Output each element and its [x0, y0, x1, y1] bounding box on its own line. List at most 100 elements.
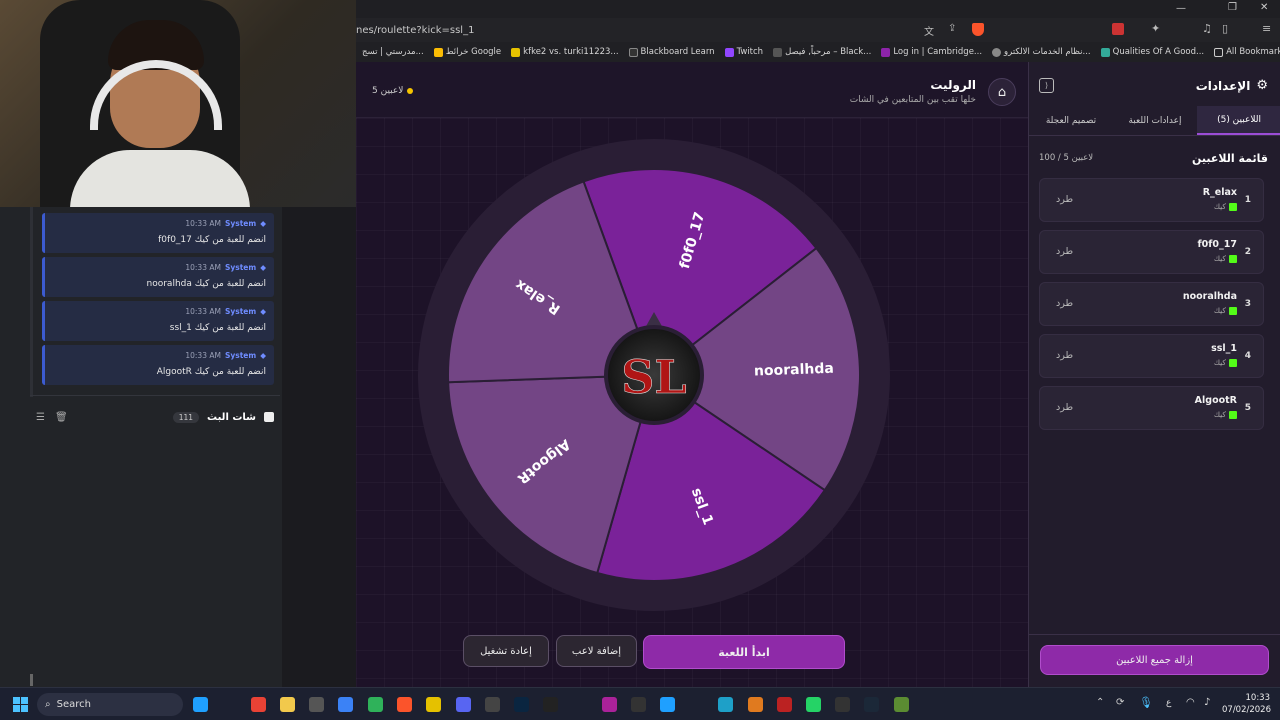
steam-icon[interactable]: [543, 697, 558, 712]
notepad-icon[interactable]: [368, 697, 383, 712]
bookmark[interactable]: نظام الخدمات الالكترو...: [992, 47, 1091, 57]
platform-label: كيك: [1213, 202, 1226, 211]
file-explorer-icon[interactable]: [280, 697, 295, 712]
add-player-label: إضافة لاعب: [571, 645, 622, 657]
kick-player-button[interactable]: طرد: [1056, 298, 1073, 309]
bookmark[interactable]: خرائط Google: [433, 47, 502, 57]
player-name: AlgootR: [1194, 395, 1237, 406]
mic-icon[interactable]: 🎙: [1139, 696, 1153, 709]
kick-player-button[interactable]: طرد: [1056, 350, 1073, 361]
system-message: 10:33 AM System ◆ nooralhda انضم للعبة من ك…: [42, 257, 274, 297]
bookmark[interactable]: مرحباً, فيصل – Black...: [773, 47, 871, 57]
player-number: 5: [1244, 403, 1251, 413]
tab-game-settings[interactable]: إعدادات اللعبة: [1113, 106, 1197, 135]
kick-player-button[interactable]: طرد: [1056, 402, 1073, 413]
photoshop-icon[interactable]: [514, 697, 529, 712]
bookmark[interactable]: Qualities Of A Good...: [1100, 47, 1204, 57]
settings-title-text: الإعدادات: [1195, 78, 1251, 93]
brave-shield-icon[interactable]: [972, 23, 984, 36]
store-icon[interactable]: [338, 697, 353, 712]
kick-badge-icon: [1229, 358, 1237, 367]
restart-button[interactable]: إعادة تشغيل: [463, 635, 549, 667]
app-icon-2[interactable]: [602, 697, 617, 712]
add-player-button[interactable]: إضافة لاعب: [556, 635, 637, 667]
kick-player-button[interactable]: طرد: [1056, 194, 1073, 205]
music-icon[interactable]: ♫: [1202, 22, 1212, 35]
menu-icon[interactable]: ≡: [1262, 22, 1271, 35]
bookmark-label: Blackboard Learn: [640, 47, 715, 57]
whatsapp-icon[interactable]: [806, 697, 821, 712]
clock-time: 10:33: [1245, 693, 1271, 703]
epic-games-icon[interactable]: [309, 697, 324, 712]
settings-title: الإعدادات ⚙: [1196, 78, 1268, 93]
url-text[interactable]: nes/roulette?kick=ssl_1: [356, 25, 474, 36]
taskbar-search[interactable]: ⌕ Search: [37, 693, 183, 716]
extensions-icon[interactable]: [1112, 23, 1124, 35]
players-list-count: 100 / 5 لاعبين: [1039, 153, 1094, 163]
browser-titlebar: — ❐ ✕: [356, 0, 1280, 18]
address-bar[interactable]: nes/roulette?kick=ssl_1 文 ⇪ ✦ ♫ ▯ ≡: [356, 18, 1280, 42]
remove-all-players-button[interactable]: إزالة جميع اللاعبين: [1040, 645, 1269, 675]
message-text: ssl_1 انضم للعبة من كيك: [169, 323, 266, 333]
bookmark-label: خرائط Google: [445, 47, 502, 57]
collapse-panel-button[interactable]: ⟩: [1039, 78, 1054, 93]
language-indicator[interactable]: ع: [1166, 698, 1171, 708]
shield-icon: ◆: [260, 351, 266, 360]
collapse-icon[interactable]: ☰: [36, 412, 45, 423]
minimize-icon[interactable]: —: [1176, 3, 1186, 14]
webcam-overlay: [0, 0, 356, 207]
sidebar-icon[interactable]: ▯: [1222, 22, 1228, 35]
files-icon[interactable]: [660, 697, 675, 712]
puzzle-icon[interactable]: ✦: [1151, 22, 1160, 35]
bookmark[interactable]: Twitch: [724, 47, 764, 57]
platform-label: كيك: [1213, 410, 1226, 419]
search-label: Search: [56, 699, 91, 710]
app-icon-3[interactable]: [748, 697, 763, 712]
bookmark[interactable]: Blackboard Learn: [628, 47, 715, 57]
tab-players[interactable]: اللاعبين (5): [1197, 106, 1280, 135]
player-platform: كيك: [1214, 306, 1237, 315]
mail-icon[interactable]: [631, 697, 646, 712]
bookmark[interactable]: مدرستي | تسج...: [362, 47, 424, 57]
start-game-label: ابدأ اللعبة: [718, 645, 770, 659]
player-platform: كيك: [1214, 410, 1237, 419]
share-icon[interactable]: ⇪: [948, 23, 956, 34]
tray-app-icon[interactable]: ⟳: [1116, 697, 1124, 708]
home-button[interactable]: ⌂: [988, 78, 1016, 106]
volume-icon[interactable]: ♪: [1204, 697, 1210, 708]
trash-icon[interactable]: 🗑: [55, 412, 68, 423]
kick-player-button[interactable]: طرد: [1056, 246, 1073, 257]
system-message: 10:33 AM System ◆ AlgootR انضم للعبة من كيك: [42, 345, 274, 385]
windows-start-icon[interactable]: [13, 697, 28, 712]
app-icon-4[interactable]: [777, 697, 792, 712]
system-message: 10:33 AM System ◆ ssl_1 انضم للعبة من كيك: [42, 301, 274, 341]
bookmark[interactable]: kfke2 vs. turki11223...: [511, 47, 619, 57]
translate-icon[interactable]: 文: [924, 23, 934, 38]
system-message: 10:33 AM System ◆ f0f0_17 انضم للعبة من كيك: [42, 213, 274, 253]
discord-icon[interactable]: [456, 697, 471, 712]
shield-icon: ◆: [260, 263, 266, 272]
browser-icon[interactable]: [718, 697, 733, 712]
start-game-button[interactable]: ابدأ اللعبة: [643, 635, 845, 669]
brave-icon[interactable]: [397, 697, 412, 712]
message-user: System: [224, 219, 257, 228]
tray-chevron-icon[interactable]: ⌃: [1096, 697, 1104, 708]
wifi-icon[interactable]: ◠: [1186, 697, 1195, 708]
copilot-icon[interactable]: [193, 697, 208, 712]
minecraft-icon[interactable]: [894, 697, 909, 712]
clock[interactable]: 10:33 07/02/2026: [1222, 692, 1271, 716]
chat-scrollbar[interactable]: [30, 674, 33, 686]
tab-wheel-design[interactable]: تصميم العجلة: [1029, 106, 1113, 135]
torch-icon[interactable]: [835, 697, 850, 712]
app-icon[interactable]: [426, 697, 441, 712]
obs-icon[interactable]: [485, 697, 500, 712]
chrome-icon[interactable]: [251, 697, 266, 712]
roulette-wheel[interactable]: f0f0_17nooralhdassl_1AlgootRR_elax SL: [416, 137, 892, 613]
close-icon[interactable]: ✕: [1260, 2, 1268, 13]
maximize-icon[interactable]: ❐: [1228, 2, 1237, 13]
scroll-track[interactable]: [30, 207, 33, 397]
all-bookmarks[interactable]: All Bookmarks: [1214, 47, 1280, 57]
bookmark-label: Twitch: [736, 47, 764, 57]
steam-client-icon[interactable]: [864, 697, 879, 712]
bookmark[interactable]: Log in | Cambridge...: [881, 47, 982, 57]
